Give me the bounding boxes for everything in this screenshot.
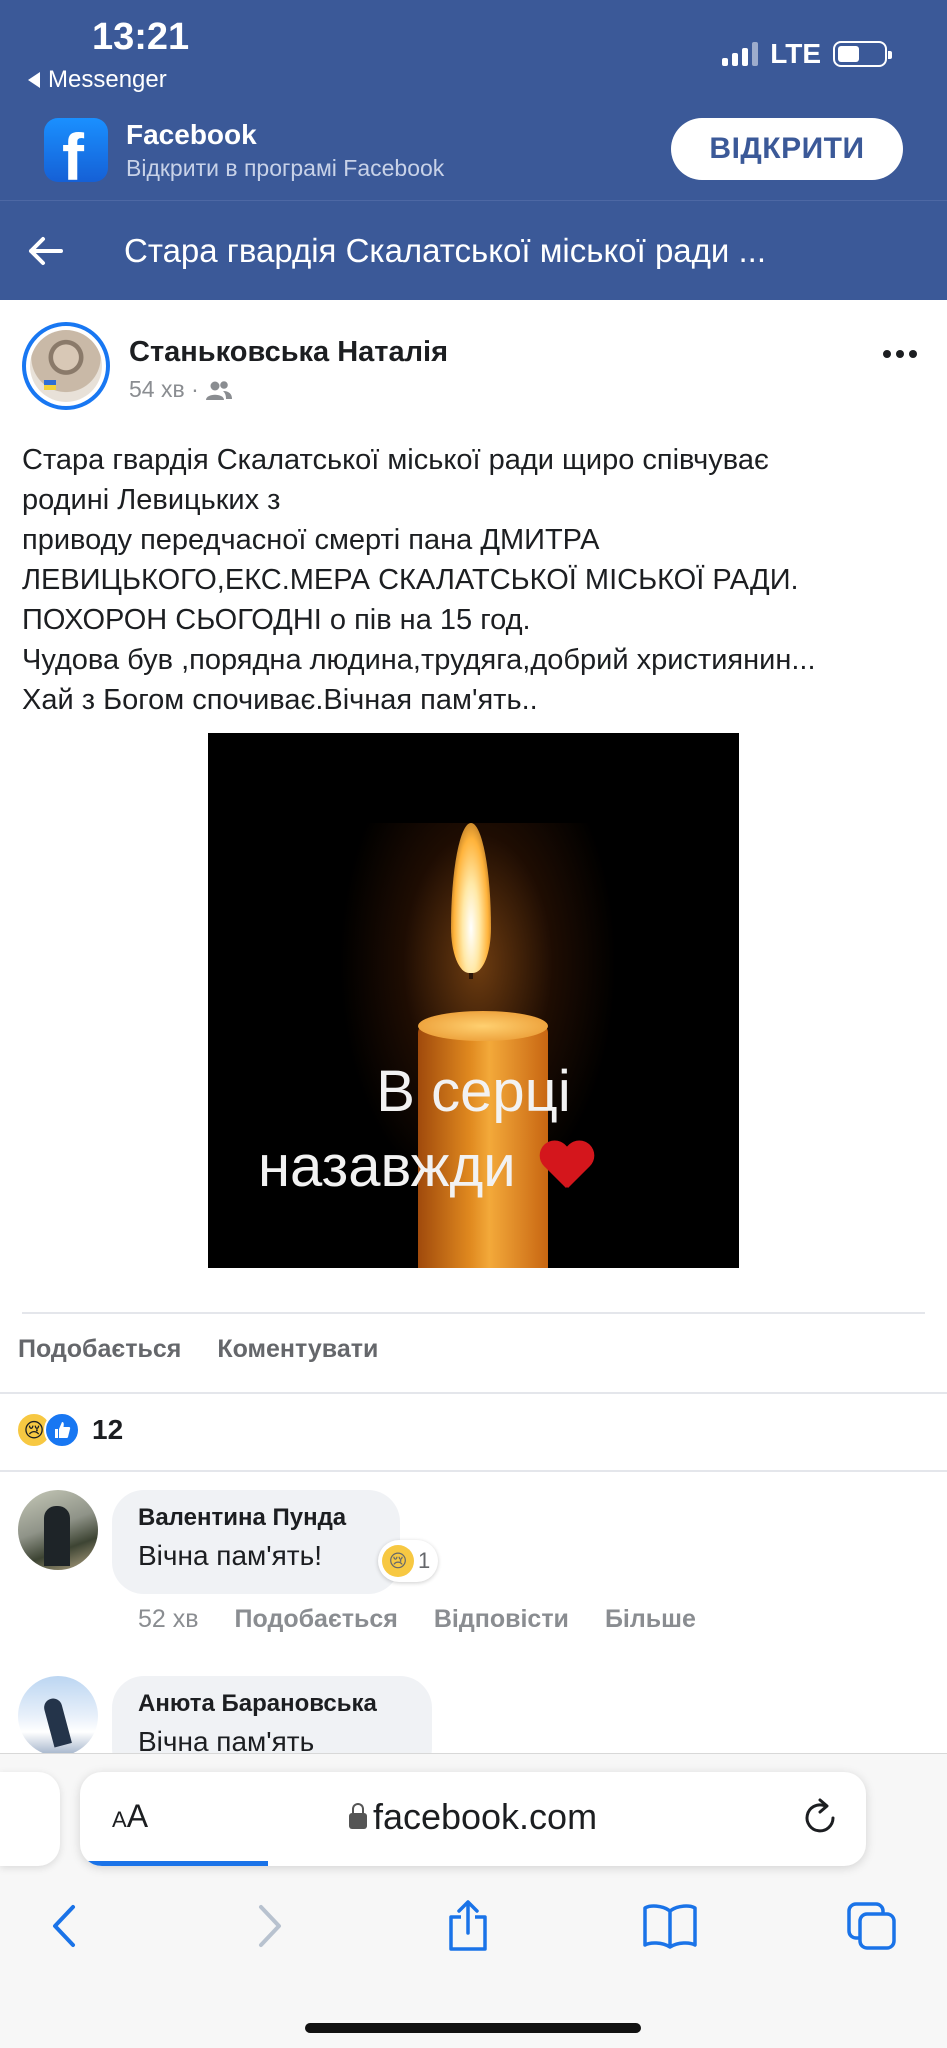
comment-text: Вічна пам'ять! [138, 1540, 322, 1571]
image-caption-line1: В серці [376, 1059, 571, 1124]
status-time: 13:21 [92, 16, 190, 58]
url-text: facebook.com [372, 1796, 598, 1837]
status-indicators: LTE [722, 38, 892, 70]
address-bar[interactable]: AA facebook.com [80, 1772, 866, 1866]
page-load-progress [80, 1861, 268, 1866]
chevron-left-icon [53, 1905, 75, 1947]
comment-reaction-badge[interactable]: 😢 1 [378, 1540, 439, 1582]
browser-forward-button[interactable] [240, 1896, 300, 1956]
tabs-icon [847, 1902, 896, 1950]
comment-avatar[interactable] [18, 1490, 98, 1570]
lock-icon [348, 1803, 367, 1829]
post-image-candle[interactable]: В серці назавжди [208, 733, 739, 1268]
heart-icon [538, 1142, 594, 1192]
nav-title: Стара гвардія Скалатської міської ради .… [124, 231, 767, 269]
share-button[interactable] [438, 1896, 498, 1956]
post-text-line: ЛЕВИЦЬКОГО,ЕКС.МЕРА СКАЛАТСЬКОЇ МІСЬКОЇ … [22, 564, 799, 596]
signal-icon [722, 42, 759, 66]
comment-time: 52 хв [138, 1605, 199, 1633]
network-type: LTE [770, 38, 821, 69]
safari-nav-toolbar [0, 1896, 947, 1966]
back-to-messenger-link[interactable]: Messenger [28, 66, 167, 94]
reload-icon [805, 1798, 835, 1833]
back-app-label: Messenger [48, 66, 167, 93]
reaction-count: 12 [92, 1414, 124, 1445]
post-text-line: Чудова був ,порядна людина,трудяга,добри… [22, 644, 816, 676]
divider [0, 1392, 947, 1394]
browser-toolbar: AA facebook.com [0, 1753, 947, 2048]
app-banner: f Facebook Відкрити в програмі Facebook [44, 118, 444, 182]
comment-more-button[interactable]: Більше [605, 1605, 696, 1634]
banner-app-name: Facebook [126, 118, 257, 150]
comment-bubble: Валентина Пунда Вічна пам'ять! [112, 1490, 400, 1594]
battery-icon [833, 41, 892, 67]
comment-actions: 52 хв Подобається Відповісти Більше [138, 1605, 696, 1634]
comment-reply-button[interactable]: Відповісти [434, 1605, 569, 1634]
banner-subtitle: Відкрити в програмі Facebook [126, 154, 445, 181]
comment-like-button[interactable]: Подобається [235, 1605, 398, 1634]
post-text-line: родині Левицьких з [22, 484, 281, 516]
home-indicator[interactable] [305, 2023, 641, 2033]
like-reaction-icon [44, 1412, 80, 1448]
back-arrow-icon [29, 236, 63, 265]
book-icon [643, 1904, 697, 1949]
image-caption-line2: назавжди [258, 1133, 594, 1200]
post-text: Стара гвардія Скалатської міської ради щ… [22, 440, 927, 720]
share-icon [449, 1900, 487, 1951]
back-arrow-button[interactable] [0, 201, 90, 301]
sad-reaction-icon: 😢 [382, 1545, 414, 1577]
reload-button[interactable] [800, 1796, 840, 1843]
browser-back-button[interactable] [34, 1896, 94, 1956]
post-time: 54 хв · [129, 376, 199, 402]
post-actions: Подобається Коментувати [18, 1335, 378, 1364]
previous-tab-preview[interactable] [0, 1772, 60, 1866]
more-dots-icon [883, 350, 891, 358]
author-avatar[interactable] [22, 322, 110, 410]
comment-avatar[interactable] [18, 1676, 98, 1756]
chevron-right-icon [259, 1905, 281, 1947]
post-author[interactable]: Станьковська Наталія [129, 336, 448, 369]
friends-audience-icon [205, 380, 232, 400]
comment-author[interactable]: Валентина Пунда [138, 1504, 374, 1532]
post-text-line: Стара гвардія Скалатської міської ради щ… [22, 444, 769, 476]
divider [0, 1470, 947, 1472]
divider [22, 1312, 925, 1314]
post-text-line: ПОХОРОН СЬОГОДНІ о пів на 15 год. [22, 604, 531, 636]
facebook-header: 13:21 Messenger LTE f Facebook Відкрити … [0, 0, 947, 300]
post-meta: 54 хв · [129, 376, 233, 403]
open-in-app-button[interactable]: ВІДКРИТИ [671, 118, 903, 180]
reactions-summary[interactable]: 😢 12 [16, 1412, 123, 1448]
bookmarks-button[interactable] [640, 1896, 700, 1956]
like-button[interactable]: Подобається [18, 1335, 181, 1364]
url-display[interactable]: facebook.com [80, 1796, 866, 1838]
facebook-logo-icon: f [44, 118, 108, 182]
post-text-line: приводу передчасної смерті пана ДМИТРА [22, 524, 600, 556]
back-triangle-icon [28, 72, 40, 88]
comment-button[interactable]: Коментувати [217, 1335, 378, 1364]
post-more-options-button[interactable] [883, 350, 917, 358]
nav-bar: Стара гвардія Скалатської міської ради .… [0, 200, 947, 300]
comment-reaction-count: 1 [418, 1548, 431, 1573]
ukraine-flag-icon [44, 380, 56, 390]
tabs-button[interactable] [842, 1896, 902, 1956]
post-text-line: Хай з Богом спочиває.Вічная пам'ять.. [22, 684, 538, 716]
comment-author[interactable]: Анюта Барановська [138, 1690, 406, 1718]
